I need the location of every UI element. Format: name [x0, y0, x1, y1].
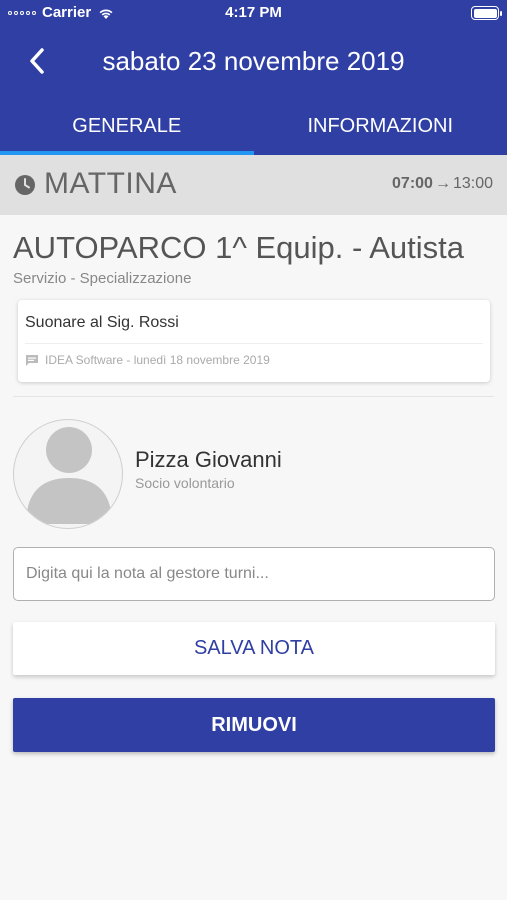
note-input[interactable]: [13, 547, 495, 601]
message-icon: [26, 354, 38, 366]
tab-bar: GENERALE INFORMAZIONI: [0, 104, 507, 155]
shift-bar: MATTINA 07:00 → 13:00: [0, 155, 507, 215]
shift-times: 07:00 → 13:00: [392, 175, 493, 193]
remove-button[interactable]: RIMUOVI: [13, 698, 495, 752]
service-title: AUTOPARCO 1^ Equip. - Autista: [13, 230, 465, 265]
shift-start-time: 07:00: [392, 175, 433, 192]
note-divider: [25, 343, 483, 344]
tab-informazioni[interactable]: INFORMAZIONI: [254, 104, 507, 155]
shift-name: MATTINA: [44, 167, 177, 200]
person-role: Socio volontario: [135, 475, 235, 491]
app-header: Carrier 4:17 PM sabato 23 novembre 2019 …: [0, 0, 507, 155]
avatar: [13, 419, 123, 529]
section-divider: [13, 396, 494, 397]
note-card: Suonare al Sig. Rossi IDEA Software - lu…: [18, 300, 490, 382]
note-meta-text: IDEA Software - lunedì 18 novembre 2019: [45, 353, 270, 367]
navbar: sabato 23 novembre 2019: [0, 36, 507, 86]
save-note-button[interactable]: SALVA NOTA: [13, 622, 495, 675]
page-title: sabato 23 novembre 2019: [102, 46, 405, 76]
battery-icon: [471, 6, 502, 20]
back-button[interactable]: [20, 44, 54, 78]
shift-end-time: 13:00: [452, 175, 493, 192]
user-placeholder-icon: [26, 427, 112, 524]
note-text: Suonare al Sig. Rossi: [25, 314, 179, 331]
clock-icon: [15, 175, 35, 195]
person-name: Pizza Giovanni: [135, 447, 282, 472]
tab-generale[interactable]: GENERALE: [0, 104, 254, 155]
status-time: 4:17 PM: [225, 4, 282, 21]
arrow-right-icon: →: [434, 175, 451, 192]
chevron-left-icon: [30, 48, 44, 74]
status-bar: Carrier 4:17 PM: [0, 0, 507, 28]
service-subtitle: Servizio - Specializzazione: [13, 270, 192, 287]
note-meta: IDEA Software - lunedì 18 novembre 2019: [25, 353, 270, 367]
